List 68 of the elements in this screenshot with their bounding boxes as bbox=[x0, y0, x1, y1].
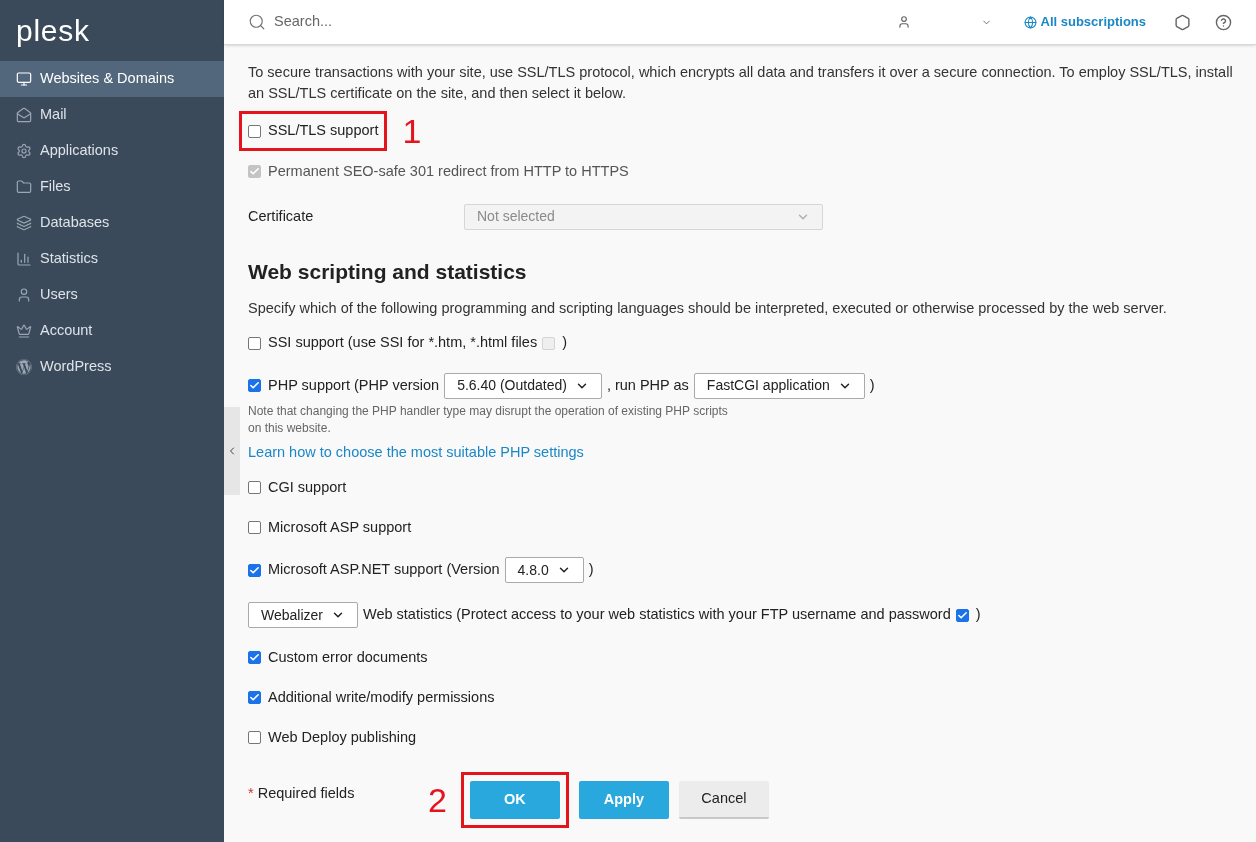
option-label: Microsoft ASP support bbox=[268, 517, 412, 537]
option-label: Microsoft ASP.NET support (Version bbox=[268, 560, 500, 580]
search-field[interactable]: Search... bbox=[248, 11, 885, 33]
monitor-icon bbox=[16, 71, 32, 87]
wordpress-icon bbox=[16, 359, 32, 375]
field-label: Certificate bbox=[248, 206, 315, 226]
callout-number: 1 bbox=[402, 114, 422, 148]
checkbox[interactable] bbox=[248, 124, 261, 138]
checkbox[interactable] bbox=[248, 691, 261, 705]
option-label: ) bbox=[869, 375, 875, 395]
folder-icon bbox=[16, 179, 32, 195]
dropdown[interactable]: 4.8.0 bbox=[504, 557, 584, 584]
option-label: SSI support (use SSI for *.htm, *.html files bbox=[268, 333, 538, 353]
globe-icon bbox=[1023, 15, 1037, 29]
sidebar-item[interactable]: WordPress bbox=[0, 349, 224, 385]
search-icon bbox=[248, 13, 266, 31]
sidebar-item[interactable]: Mail bbox=[0, 97, 224, 133]
dropdown[interactable]: Webalizer bbox=[248, 602, 358, 629]
option-label: , run PHP as bbox=[606, 375, 689, 395]
note-text: Note that changing the PHP handler type may disrupt the operation of existing PHP scripts on this website. bbox=[248, 403, 728, 437]
dropdown[interactable]: FastCGI application bbox=[693, 372, 865, 399]
sidebar-item[interactable]: Users bbox=[0, 277, 224, 313]
collapse-handle[interactable] bbox=[224, 407, 240, 495]
checkbox[interactable] bbox=[248, 731, 261, 745]
sidebar-item[interactable]: Databases bbox=[0, 205, 224, 241]
callout-number: 2 bbox=[428, 782, 447, 817]
user-icon bbox=[16, 287, 32, 303]
sidebar-item[interactable]: Applications bbox=[0, 133, 224, 169]
option-label: SSL/TLS support bbox=[268, 121, 379, 141]
option-label: ) bbox=[975, 605, 981, 625]
sidebar-item[interactable]: Account bbox=[0, 313, 224, 349]
option-label: CGI support bbox=[268, 477, 347, 497]
sidebar-item[interactable]: Statistics bbox=[0, 241, 224, 277]
hexagon-icon[interactable] bbox=[1174, 13, 1191, 31]
option-label: Permanent SEO-safe 301 redirect from HTTP to HTTPS bbox=[268, 162, 629, 181]
checkbox[interactable] bbox=[955, 608, 969, 622]
checkbox[interactable] bbox=[248, 336, 261, 350]
option-label: PHP support (PHP version bbox=[268, 375, 440, 395]
envelope-icon bbox=[16, 107, 32, 123]
option-label: Web statistics (Protect access to your web statistics with your FTP username and password bbox=[363, 605, 951, 625]
crown-icon bbox=[16, 323, 32, 339]
bar-chart-icon bbox=[16, 251, 32, 267]
gear-icon bbox=[16, 143, 32, 159]
search-input[interactable]: Search... bbox=[274, 11, 461, 33]
checkbox[interactable] bbox=[248, 563, 261, 577]
option-label: Custom error documents bbox=[268, 647, 428, 667]
checkbox[interactable] bbox=[248, 481, 261, 495]
description: To secure transactions with your site, use SSL/TLS protocol, which encrypts all data and transfers it over a secure connection. To employ SSL/TLS, install an SSL/TLS certificate on the site, and then select it below. bbox=[248, 63, 1234, 103]
required-note: * Required fields bbox=[248, 783, 356, 803]
layers-icon bbox=[16, 215, 32, 231]
sidebar-item[interactable]: Files bbox=[0, 169, 224, 205]
checkbox[interactable] bbox=[248, 379, 261, 392]
sidebar-item[interactable]: Websites & Domains bbox=[0, 61, 224, 97]
option-label: Additional write/modify permissions bbox=[268, 687, 495, 707]
description: Specify which of the following programming and scripting languages should be interpreted, executed or otherwise processed by the web server. bbox=[248, 299, 1168, 319]
logo: plesk bbox=[16, 15, 90, 46]
help-icon[interactable] bbox=[1215, 13, 1232, 31]
subscriptions-link[interactable]: All subscriptions bbox=[1023, 12, 1146, 32]
help-link[interactable]: Learn how to choose the most suitable PHP settings bbox=[248, 442, 584, 464]
dropdown[interactable]: 5.6.40 (Outdated) bbox=[444, 372, 602, 399]
checkbox[interactable] bbox=[248, 651, 261, 665]
action-button[interactable]: Cancel bbox=[678, 780, 769, 819]
checkbox[interactable] bbox=[248, 521, 261, 535]
option-label: ) bbox=[562, 333, 567, 353]
option-label: Web Deploy publishing bbox=[268, 727, 417, 747]
user-icon[interactable] bbox=[896, 15, 911, 29]
option-label: ) bbox=[588, 560, 594, 580]
section-heading: Web scripting and statistics bbox=[248, 258, 528, 285]
